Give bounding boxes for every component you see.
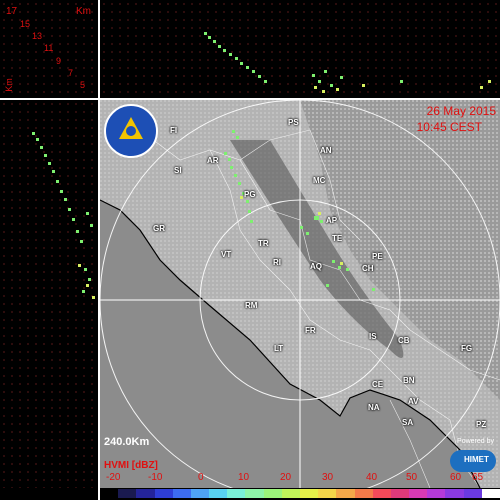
himet-brand: HIMET [464, 455, 489, 464]
legend-tick-label: 20 [280, 472, 292, 483]
powered-by-label: Powered by [457, 438, 494, 445]
legend-tick-label: 0 [198, 472, 204, 483]
legend-swatch [190, 489, 210, 498]
city-label: NA [368, 403, 380, 412]
time-label: 10:45 CEST [416, 120, 482, 134]
city-label: MC [313, 176, 326, 185]
legend-swatch [318, 489, 337, 498]
city-label: FI [170, 126, 178, 135]
date-label: 26 May 2015 [426, 104, 496, 118]
legend-tick-label: 30 [322, 472, 334, 483]
height-label-5: 5 [80, 80, 86, 90]
legend-swatch [463, 489, 483, 498]
city-label: LT [274, 344, 284, 353]
legend-swatch [172, 489, 192, 498]
legend-swatch [390, 489, 410, 498]
legend-swatch [481, 489, 500, 498]
legend-tick-label: 10 [238, 472, 250, 483]
city-label: AV [408, 397, 419, 406]
height-unit-top: Km [76, 6, 91, 17]
city-label: SI [174, 166, 182, 175]
city-label: PG [244, 190, 256, 199]
city-label: CB [398, 336, 410, 345]
city-label: PS [288, 118, 299, 127]
height-unit-side: Km [3, 78, 14, 92]
legend-swatch [263, 489, 283, 498]
legend-tick-label: -10 [148, 472, 163, 483]
city-label: BN [403, 376, 415, 385]
legend-swatch [245, 489, 265, 498]
city-label: PZ [476, 420, 487, 429]
height-label-9: 9 [56, 56, 62, 66]
city-label: CE [372, 380, 384, 389]
range-label: 240.0Km [104, 436, 150, 448]
height-label-7: 7 [68, 68, 74, 78]
legend-swatch [281, 489, 301, 498]
height-label-11: 11 [44, 43, 54, 53]
city-label: AP [326, 216, 338, 225]
color-legend [0, 485, 500, 500]
height-label-13: 13 [32, 31, 43, 41]
city-label: AN [320, 146, 332, 155]
legend-swatch [445, 489, 465, 498]
height-label-15: 15 [20, 19, 31, 29]
legend-swatch [227, 489, 246, 498]
city-label: GR [153, 224, 165, 233]
left-echo-trace [32, 132, 95, 299]
legend-tick-label: 60 [450, 472, 462, 483]
legend-swatch [154, 489, 174, 498]
legend-swatch [136, 489, 156, 498]
legend-tick-label: -20 [106, 472, 121, 483]
legend-swatch [336, 489, 356, 498]
city-label: CH [362, 264, 374, 273]
legend-tick-label: 40 [366, 472, 378, 483]
city-label: RM [245, 301, 258, 310]
city-label: TR [258, 239, 269, 248]
legend-swatch [354, 489, 374, 498]
city-label: FR [305, 326, 316, 335]
radar-map[interactable]: PS FI AN AR SI MC PG GR AP TE TR VT RI P… [100, 100, 500, 488]
product-label: HVMI [dBZ] [104, 460, 158, 471]
city-label: VT [221, 250, 232, 259]
city-label: RI [273, 258, 281, 267]
legend-swatch [209, 489, 228, 498]
city-label: PE [372, 252, 383, 261]
himet-logo: HIMET [450, 450, 496, 472]
civil-protection-logo [104, 104, 158, 158]
height-label-17: 17 [6, 6, 18, 17]
city-label: FG [461, 344, 473, 353]
legend-swatch [300, 489, 319, 498]
legend-swatch [372, 489, 392, 498]
map-terrain [100, 100, 500, 488]
legend-swatch [100, 489, 119, 498]
city-label: TE [332, 234, 343, 243]
city-label: AQ [310, 262, 322, 271]
legend-swatch [409, 489, 428, 498]
legend-swatch [427, 489, 446, 498]
legend-swatch [118, 489, 137, 498]
legend-tick-label: 65 [472, 472, 484, 483]
city-label: AR [207, 156, 219, 165]
city-label: IS [369, 332, 377, 341]
legend-tick-label: 50 [406, 472, 418, 483]
top-echo-trace [204, 32, 491, 93]
city-label: SA [402, 418, 414, 427]
